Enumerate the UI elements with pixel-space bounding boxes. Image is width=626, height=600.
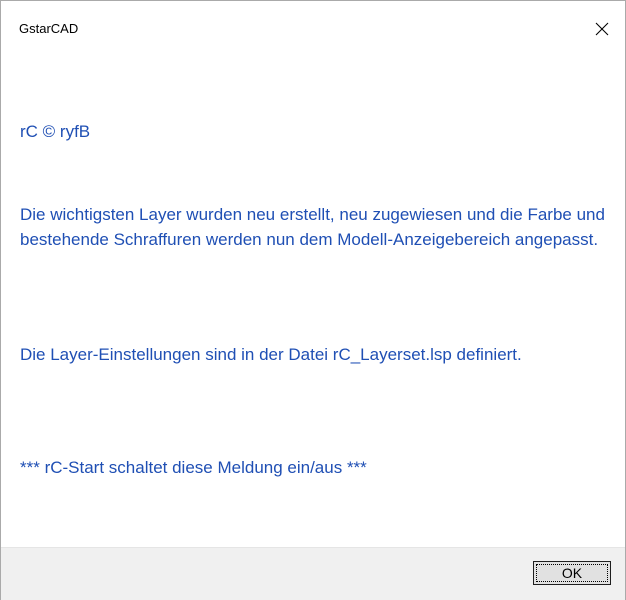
message-content: rC © ryfB Die wichtigsten Layer wurden n… (1, 57, 625, 547)
toggle-hint-text: *** rC-Start schaltet diese Meldung ein/… (20, 458, 367, 477)
copyright-text: rC © ryfB (20, 122, 91, 141)
close-button[interactable] (579, 1, 625, 57)
layer-info-text: Die wichtigsten Layer wurden neu erstell… (20, 205, 605, 249)
layerset-file-text: Die Layer-Einstellungen sind in der Date… (20, 345, 522, 364)
dialog-footer: OK (1, 547, 625, 600)
title-bar: GstarCAD (1, 1, 625, 57)
close-icon (595, 22, 609, 36)
ok-button[interactable]: OK (533, 561, 611, 585)
message-dialog: GstarCAD rC © ryfB Die wichtigsten Layer… (0, 0, 626, 600)
window-title: GstarCAD (19, 21, 79, 36)
